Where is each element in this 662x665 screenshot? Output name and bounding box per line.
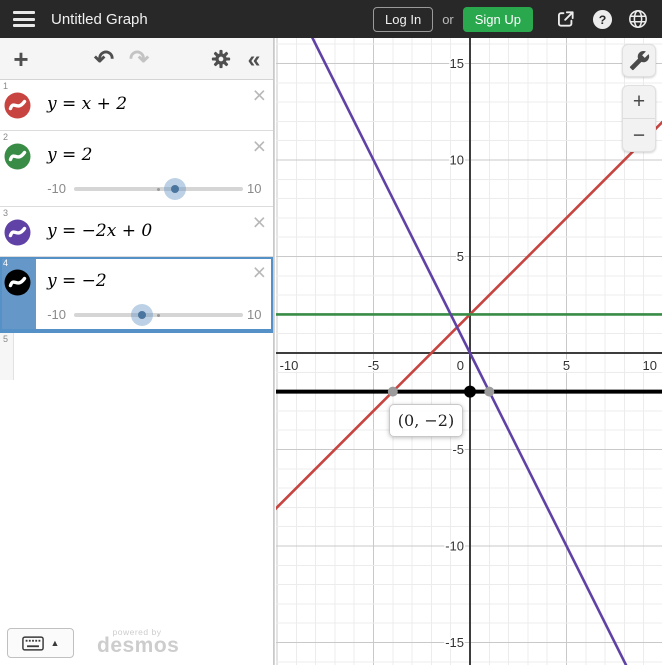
help-icon[interactable]: ?	[591, 8, 613, 30]
expression-row-4-selected[interactable]: 4 y = −2 × -10 10	[0, 257, 273, 333]
row-number: 1	[3, 81, 9, 91]
svg-text:5: 5	[563, 358, 570, 373]
slider-zero-tick	[157, 313, 160, 317]
expression-latex[interactable]: y = 2	[47, 131, 92, 179]
svg-text:5: 5	[457, 249, 464, 264]
keyboard-icon	[21, 635, 44, 651]
expression-color-icon[interactable]	[4, 143, 31, 170]
redo-button: ↷	[128, 45, 150, 73]
settings-gear-icon[interactable]	[207, 38, 235, 80]
desmos-branding: powered by desmos	[97, 627, 180, 658]
desmos-logo: desmos	[97, 634, 180, 658]
expression-row-5-empty[interactable]: 5	[0, 333, 273, 380]
delete-expression-icon[interactable]: ×	[253, 261, 266, 284]
expression-row-2[interactable]: 2 y = 2 × -10 10	[0, 131, 273, 207]
slider-min-label[interactable]: -10	[38, 181, 66, 196]
delete-expression-icon[interactable]: ×	[253, 135, 266, 158]
row-number: 2	[3, 132, 9, 142]
undo-button[interactable]: ↶	[90, 38, 118, 80]
svg-text:15: 15	[450, 56, 464, 71]
zoom-out-button[interactable]: −	[623, 119, 655, 151]
login-button[interactable]: Log In	[373, 6, 434, 32]
expression-panel: + ↶ ↷ « 1 y = x + 2 × 2 y = 2 × -10 10 3…	[0, 38, 274, 665]
plot-point-1[interactable]	[464, 385, 476, 398]
graph-settings-wrench-button[interactable]	[622, 44, 656, 77]
delete-expression-icon[interactable]: ×	[253, 211, 266, 234]
point-label-tooltip: (0, −2)	[389, 404, 463, 437]
slider-max-label[interactable]: 10	[247, 307, 261, 322]
row-number: 4	[3, 258, 9, 268]
expression-toolbar: + ↶ ↷ «	[0, 38, 273, 80]
keyboard-toggle-button[interactable]: ▲	[7, 628, 74, 658]
expression-row-1[interactable]: 1 y = x + 2 ×	[0, 80, 273, 131]
expression-latex[interactable]: y = x + 2	[47, 80, 127, 128]
plot-point-2[interactable]	[387, 386, 398, 397]
svg-text:10: 10	[643, 358, 657, 373]
slider-handle[interactable]	[130, 304, 153, 326]
expression-color-icon[interactable]	[4, 219, 31, 246]
expression-latex[interactable]: y = −2	[47, 257, 107, 305]
delete-expression-icon[interactable]: ×	[253, 84, 266, 107]
svg-text:-5: -5	[368, 358, 380, 373]
svg-text:-10: -10	[445, 539, 464, 554]
row-number: 5	[3, 334, 9, 344]
zoom-controls: + −	[622, 85, 656, 152]
signup-button[interactable]: Sign Up	[462, 6, 533, 32]
globe-icon[interactable]	[627, 8, 649, 30]
share-icon[interactable]	[555, 8, 577, 30]
hamburger-menu-icon[interactable]	[13, 11, 35, 27]
svg-text:10: 10	[450, 153, 464, 168]
value-slider: -10 10	[0, 175, 273, 203]
zoom-in-button[interactable]: +	[623, 86, 655, 119]
keyboard-open-caret: ▲	[50, 638, 60, 648]
row-number: 3	[3, 208, 9, 218]
value-slider: -10 10	[0, 301, 273, 329]
svg-text:-5: -5	[452, 442, 464, 457]
slider-track[interactable]	[74, 187, 243, 191]
collapse-panel-icon[interactable]: «	[240, 38, 268, 80]
or-label: or	[442, 11, 454, 27]
wrench-icon	[629, 50, 649, 71]
slider-track[interactable]	[74, 313, 243, 317]
svg-text:-15: -15	[445, 635, 464, 650]
expression-color-icon[interactable]	[4, 269, 31, 296]
graph-paper[interactable]: -10 -5 0 5 10 15 10 5 -5 -10 -15 (0, −2) + −	[274, 38, 662, 665]
expression-row-3[interactable]: 3 y = −2x + 0 ×	[0, 207, 273, 257]
slider-min-label[interactable]: -10	[38, 307, 66, 322]
svg-text:?: ?	[598, 12, 606, 26]
graph-canvas[interactable]: -10 -5 0 5 10 15 10 5 -5 -10 -15	[276, 38, 662, 665]
svg-text:0: 0	[457, 358, 464, 373]
add-expression-button[interactable]: +	[8, 38, 34, 80]
expression-latex[interactable]: y = −2x + 0	[47, 207, 152, 255]
top-bar: Untitled Graph Log In or Sign Up ?	[0, 0, 662, 38]
slider-zero-tick	[157, 187, 160, 191]
expression-color-icon[interactable]	[4, 92, 31, 119]
graph-title: Untitled Graph	[51, 10, 148, 28]
slider-max-label[interactable]: 10	[247, 181, 261, 196]
top-bar-actions: Log In or Sign Up ?	[373, 6, 662, 32]
slider-handle[interactable]	[164, 178, 187, 200]
plot-point-3[interactable]	[484, 386, 495, 397]
svg-text:-10: -10	[280, 358, 299, 373]
